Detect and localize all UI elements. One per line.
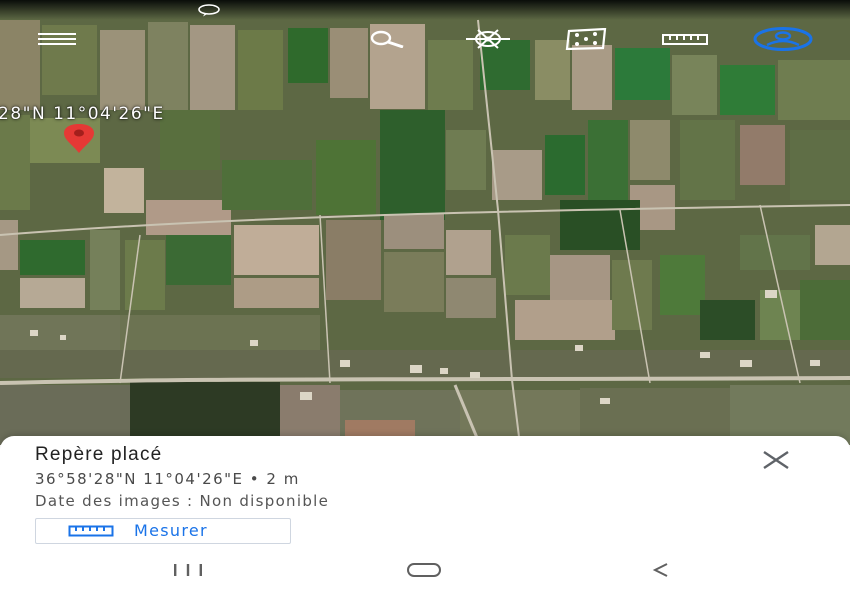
home-icon[interactable]	[402, 558, 446, 582]
place-details-sheet: Repère placé 36°58'28"N 11°04'26"E • 2 m…	[0, 436, 850, 548]
back-icon[interactable]	[646, 558, 676, 582]
ruler-icon	[68, 525, 114, 537]
red-map-pin-icon[interactable]	[62, 124, 96, 154]
top-toolbar	[0, 22, 850, 56]
imagery-date: Date des images : Non disponible	[35, 492, 330, 510]
measure-button[interactable]: Mesurer	[35, 518, 291, 544]
satellite-imagery	[0, 0, 850, 445]
message-notification-icon	[198, 4, 220, 17]
map-coordinate-label: 28"N 11°04'26"E	[0, 104, 165, 124]
satellite-map[interactable]: 28"N 11°04'26"E	[0, 0, 850, 445]
dice-icon[interactable]	[562, 22, 610, 56]
account-icon[interactable]	[752, 22, 814, 56]
hamburger-menu-icon[interactable]	[36, 22, 78, 56]
status-bar	[0, 0, 850, 20]
recents-icon[interactable]	[168, 558, 208, 582]
ship-wheel-icon[interactable]	[462, 22, 514, 56]
place-coordinates: 36°58'28"N 11°04'26"E • 2 m	[35, 470, 300, 488]
ruler-icon[interactable]	[660, 22, 710, 56]
place-title: Repère placé	[35, 444, 163, 465]
measure-button-label: Mesurer	[134, 521, 208, 540]
search-icon[interactable]	[366, 22, 406, 56]
close-icon[interactable]	[760, 448, 792, 472]
android-nav-bar	[0, 548, 850, 592]
